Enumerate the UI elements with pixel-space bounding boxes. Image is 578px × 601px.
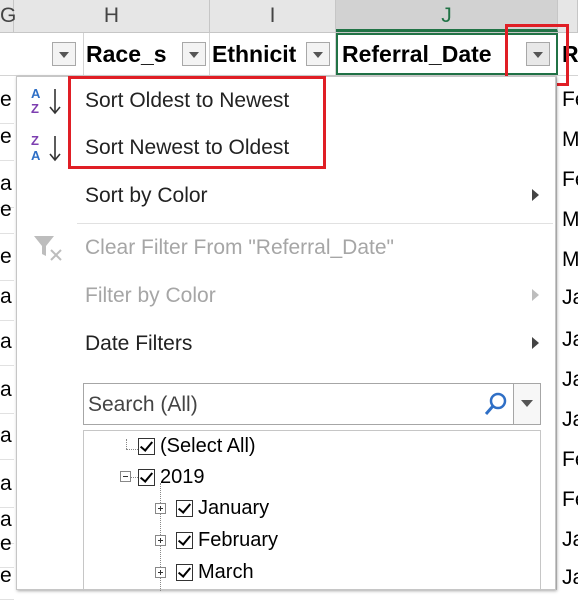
field-name-referral-date: Referral_Date [342,41,492,67]
menu-item-clear-filter[interactable]: Clear Filter From "Referral_Date" [17,226,555,270]
cell[interactable]: a [0,412,14,460]
column-letter-i[interactable]: I [210,0,336,32]
menu-item-label: Clear Filter From "Referral_Date" [85,236,394,259]
filter-dropdown-button-g[interactable] [52,42,76,66]
column-letter-g[interactable]: G [0,0,16,32]
checkbox[interactable] [138,469,155,486]
highlight-sort-options [68,76,326,169]
menu-item-date-filters[interactable]: Date Filters [17,322,555,366]
sort-descending-icon: Z A [31,133,61,163]
field-cell-g[interactable] [14,33,84,75]
tree-node-label: February [198,529,279,551]
cell[interactable]: e [0,186,14,234]
clear-filter-icon [34,236,62,261]
search-input[interactable]: Search (All) [88,393,198,417]
expand-icon[interactable] [155,503,166,514]
cell[interactable]: e [0,113,14,161]
tree-node-label: March [198,561,254,583]
column-header-bar: G H I J [0,0,578,33]
menu-item-sort-by-color[interactable]: Sort by Color [17,174,555,218]
checkbox[interactable] [176,532,193,549]
checkbox[interactable] [138,438,155,455]
filter-dropdown-button-race[interactable] [182,42,206,66]
cell[interactable]: Ja [562,274,578,321]
expand-icon[interactable] [155,535,166,546]
tree-node-label: (Select All) [160,435,256,457]
checkbox[interactable] [176,564,193,581]
field-header-row: Race_s Ethnicit Referral_Date R [0,33,578,76]
submenu-arrow-icon [532,189,539,201]
cell[interactable]: a [0,273,14,321]
tree-connector [126,439,127,449]
checkbox[interactable] [176,500,193,517]
menu-separator [77,223,553,224]
cell[interactable]: e [0,552,14,600]
filter-values-tree: (Select All) 2019 January February March [83,430,541,591]
search-icon [484,392,507,415]
filter-dropdown-button-ethnicity[interactable] [306,42,330,66]
field-cell-ethnicity[interactable]: Ethnicit [210,33,336,75]
field-name-ethnicity: Ethnicit [212,41,297,67]
left-column-cells: e e a e e a a a a a a e e [0,76,14,600]
svg-text:Z: Z [31,133,39,148]
svg-text:A: A [31,86,41,101]
menu-item-label: Filter by Color [85,284,216,307]
menu-item-label: Sort by Color [85,184,208,207]
svg-text:A: A [31,148,41,163]
right-column-cells: Fe M Fe M M Ja Ja Ja Ja Fe Fe Ja Ja [556,76,578,590]
search-dropdown-button[interactable] [513,384,540,424]
tree-node-label: January [198,497,270,519]
tree-connector [126,449,138,450]
sort-ascending-icon: A Z [31,86,61,116]
cell[interactable]: Ja [562,554,578,601]
search-box[interactable]: Search (All) [83,383,541,425]
submenu-arrow-icon [532,337,539,349]
column-letter-h[interactable]: H [14,0,210,32]
menu-item-filter-by-color[interactable]: Filter by Color [17,274,555,318]
expand-icon[interactable] [155,567,166,578]
cell[interactable]: a [0,318,14,366]
field-cell-race[interactable]: Race_s [84,33,210,75]
submenu-arrow-icon [532,289,539,301]
tree-node-label: 2019 [160,466,205,488]
collapse-icon[interactable] [120,471,131,482]
field-name-race: Race_s [86,41,167,67]
svg-text:Z: Z [31,101,39,116]
cell[interactable]: a [0,366,14,414]
tree-connector [131,477,138,478]
menu-item-label: Date Filters [85,332,193,355]
